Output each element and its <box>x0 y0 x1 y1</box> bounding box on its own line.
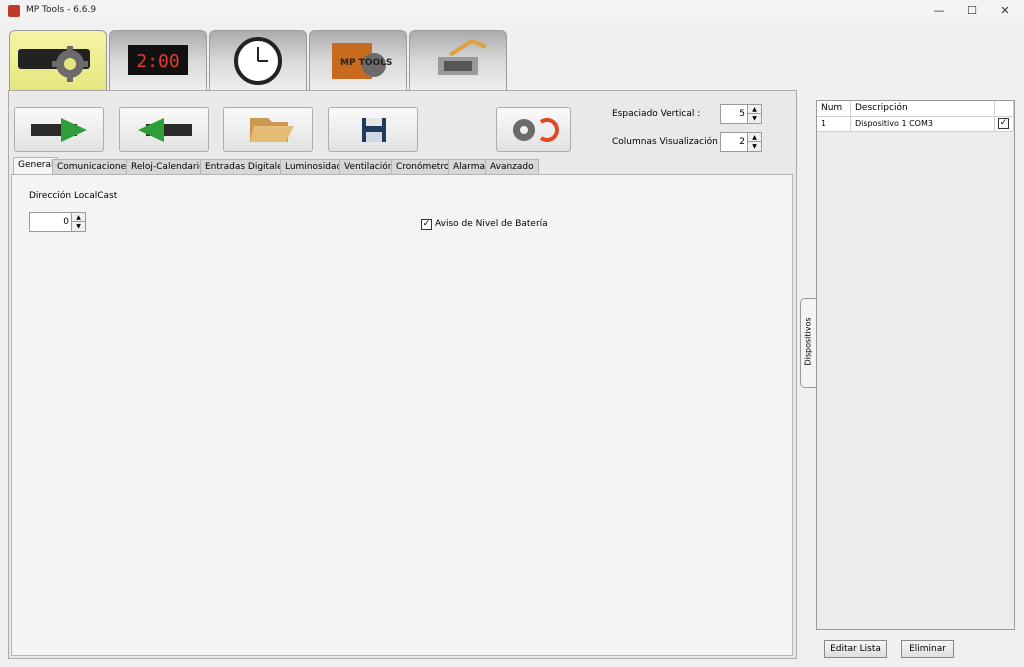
battery-warning-label: Aviso de Nivel de Batería <box>435 219 548 229</box>
columns-down-icon[interactable]: ▼ <box>747 142 761 151</box>
edit-list-button[interactable]: Editar Lista <box>824 640 887 658</box>
tab-avanzado[interactable]: Avanzado <box>485 159 539 175</box>
floppy-disk-icon <box>362 118 386 142</box>
device-num-cell[interactable]: 1 <box>817 117 851 132</box>
devices-panel <box>816 100 1015 630</box>
tab-led-display[interactable]: 2:00 <box>109 30 207 90</box>
spacing-down-icon[interactable]: ▼ <box>747 114 761 123</box>
title-bar <box>0 0 1024 22</box>
settings-icon <box>18 46 90 82</box>
mp-tools-logo-icon: MP TOOLS <box>332 43 392 79</box>
led-display-icon: 2:00 <box>128 45 188 75</box>
columns-label: Columnas Visualización : <box>612 137 724 147</box>
tab-alarma[interactable]: Alarma <box>448 159 490 175</box>
tab-comunicaciones[interactable]: Comunicaciones <box>52 159 136 175</box>
reset-settings-button[interactable] <box>496 107 571 152</box>
tab-reloj-calendario[interactable]: Reloj-Calendario <box>126 159 210 175</box>
devices-side-tab[interactable]: Dispositivos <box>800 298 817 388</box>
arrow-left-icon <box>138 118 192 142</box>
tab-mp-tools[interactable]: MP TOOLS <box>309 30 407 90</box>
folder-open-icon <box>250 118 294 142</box>
save-button[interactable] <box>328 107 418 152</box>
battery-warning-checkbox[interactable]: ✓ <box>421 219 432 230</box>
spacing-vertical-label: Espaciado Vertical : <box>612 109 701 119</box>
led-display-text: 2:00 <box>136 51 179 72</box>
localcast-label: Dirección LocalCast <box>29 191 118 201</box>
tab-settings[interactable] <box>9 30 107 91</box>
tab-serial-cable[interactable] <box>409 30 507 90</box>
delete-button[interactable]: Eliminar <box>901 640 954 658</box>
mp-tools-logo-text: MP TOOLS <box>340 58 392 68</box>
device-description-cell[interactable]: Dispositivo 1 COM3 <box>851 117 995 132</box>
spacing-vertical-spinner[interactable]: 5 ▲ ▼ <box>720 104 762 124</box>
clock-icon <box>234 37 282 85</box>
localcast-down-icon[interactable]: ▼ <box>71 222 85 231</box>
localcast-up-icon[interactable]: ▲ <box>71 213 85 222</box>
column-header-descripcion[interactable]: Descripción <box>851 101 995 117</box>
columns-value: 2 <box>739 137 745 147</box>
open-folder-button[interactable] <box>223 107 313 152</box>
device-enabled-checkbox[interactable]: ✓ <box>998 118 1009 129</box>
window-title: MP Tools - 6.6.9 <box>26 5 97 15</box>
send-button[interactable] <box>119 107 209 152</box>
minimize-button[interactable]: — <box>922 0 956 22</box>
device-check-cell: ✓ <box>995 117 1014 132</box>
general-content <box>11 174 793 656</box>
column-header-check <box>995 101 1014 117</box>
maximize-button[interactable]: ☐ <box>955 0 989 22</box>
devices-side-tab-label: Dispositivos <box>803 317 813 366</box>
tab-ventilacion[interactable]: Ventilación <box>339 159 399 175</box>
localcast-value: 0 <box>63 217 69 227</box>
spacing-up-icon[interactable]: ▲ <box>747 105 761 114</box>
arrow-right-icon <box>31 118 87 142</box>
close-button[interactable]: ✕ <box>988 0 1022 22</box>
spacing-vertical-value: 5 <box>739 109 745 119</box>
tab-cronometro[interactable]: Cronómetro <box>391 159 455 175</box>
columns-up-icon[interactable]: ▲ <box>747 133 761 142</box>
gears-reset-icon <box>513 118 559 142</box>
tab-clock[interactable] <box>209 30 307 90</box>
serial-cable-icon <box>438 38 487 75</box>
column-header-num[interactable]: Num <box>817 101 851 117</box>
columns-spinner[interactable]: 2 ▲ ▼ <box>720 132 762 152</box>
app-icon <box>8 5 20 17</box>
tab-luminosidad[interactable]: Luminosidad <box>280 159 348 175</box>
localcast-spinner[interactable]: 0 ▲ ▼ <box>29 212 86 232</box>
tab-entradas-digitales[interactable]: Entradas Digitales <box>200 159 293 175</box>
read-button[interactable] <box>14 107 104 152</box>
